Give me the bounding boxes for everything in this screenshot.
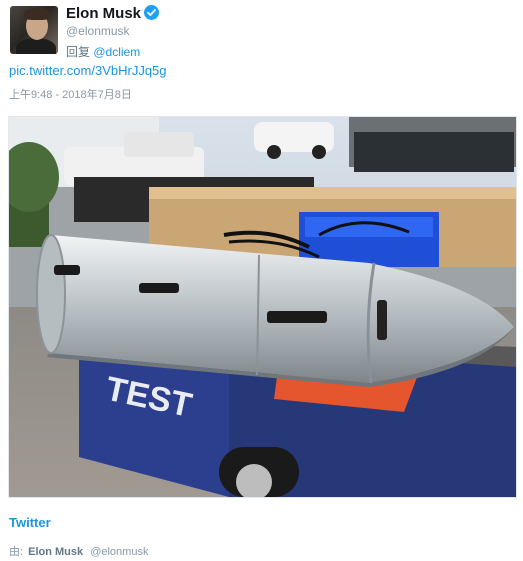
avatar-hair	[24, 8, 50, 20]
author-name[interactable]: Elon Musk	[66, 5, 141, 22]
source-link[interactable]: Twitter	[9, 515, 51, 530]
tweet-timestamp[interactable]: 上午9:48 - 2018年7月8日	[9, 86, 132, 102]
tweet-photo[interactable]: TEST	[8, 116, 517, 498]
via-label: 由:	[9, 546, 24, 558]
tweet-card: Elon Musk @elonmusk 回复 @dcliem pic.twitt…	[0, 0, 523, 561]
author-handle[interactable]: @elonmusk	[66, 24, 130, 38]
verified-badge-icon	[144, 5, 159, 20]
via-author-handle[interactable]: @elonmusk	[90, 546, 148, 558]
via-line: 由: Elon Musk @elonmusk	[9, 543, 148, 559]
tweet-media-link[interactable]: pic.twitter.com/3VbHrJJq5g	[9, 63, 167, 78]
reply-label: 回复	[66, 45, 91, 59]
checkmark-icon	[147, 9, 156, 16]
reply-to-link[interactable]: @dcliem	[93, 45, 140, 59]
via-author-name[interactable]: Elon Musk	[28, 546, 83, 558]
author-avatar[interactable]	[10, 6, 58, 54]
photo-illustration: TEST	[9, 117, 516, 497]
reply-line: 回复 @dcliem	[66, 43, 140, 60]
avatar-body	[16, 38, 56, 54]
